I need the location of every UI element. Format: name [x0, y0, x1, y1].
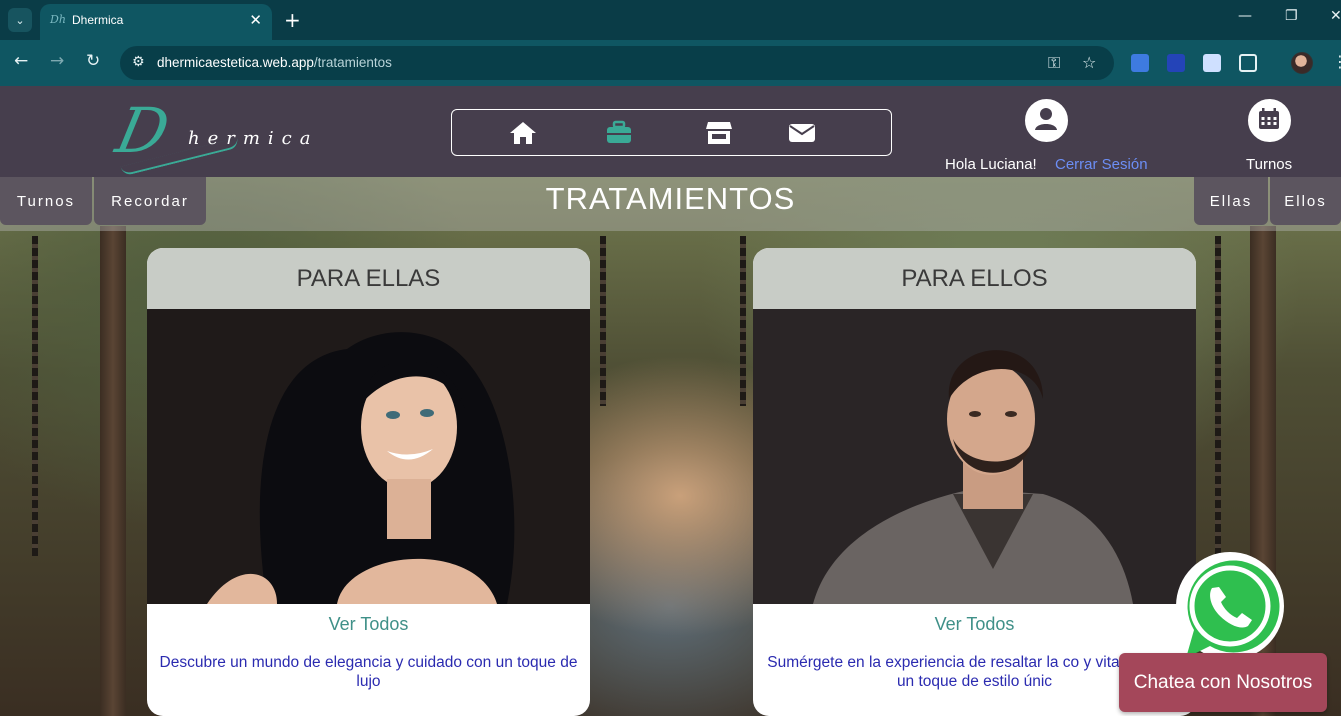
card-title: PARA ELLOS [753, 248, 1196, 309]
back-arrow-icon[interactable]: ← [14, 51, 28, 71]
background-post [100, 226, 126, 716]
briefcase-icon [607, 120, 631, 143]
bookmark-star-icon[interactable]: ☆ [1082, 53, 1096, 72]
user-profile-button[interactable] [1025, 99, 1068, 142]
forward-arrow-icon[interactable]: → [50, 51, 64, 71]
appointments-button[interactable] [1248, 99, 1291, 142]
logout-link[interactable]: Cerrar Sesión [1055, 156, 1148, 173]
view-all-link[interactable]: Ver Todos [147, 614, 590, 635]
nav-contact[interactable] [787, 120, 817, 146]
envelope-icon [789, 124, 815, 142]
tab-title: Dhermica [72, 13, 124, 27]
appointments-label: Turnos [1246, 156, 1293, 173]
card-women: PARA ELLAS Ver Todos Descubre un mundo d… [147, 248, 590, 716]
window-close-icon[interactable]: ✕ [1330, 8, 1341, 24]
user-icon [1035, 108, 1057, 130]
address-bar[interactable]: ⚙ dhermicaestetica.web.app/tratamientos … [120, 46, 1114, 80]
home-icon [510, 122, 536, 144]
password-key-icon[interactable]: ⚿ [1048, 53, 1060, 73]
tab-close-icon[interactable]: ✕ [249, 11, 262, 29]
man-photo [753, 309, 1196, 604]
store-icon [706, 122, 732, 144]
restore-icon[interactable]: ❐ [1285, 8, 1298, 24]
nav-home[interactable] [508, 120, 538, 146]
minimize-icon[interactable]: — [1238, 8, 1252, 24]
woman-photo [147, 309, 590, 604]
url-text[interactable]: dhermicaestetica.web.app/tratamientos [157, 55, 392, 70]
main-nav [451, 109, 892, 156]
background-chain [1215, 236, 1221, 556]
card-title: PARA ELLAS [147, 248, 590, 309]
site-header: D hermica Hola Luciana! Cerrar Sesión Tu… [0, 86, 1341, 177]
site-logo[interactable]: D hermica [110, 94, 328, 177]
card-description: Descubre un mundo de elegancia y cuidado… [159, 654, 578, 690]
site-settings-icon[interactable]: ⚙ [132, 54, 145, 70]
calendar-icon [1259, 108, 1279, 129]
nav-treatments[interactable] [604, 120, 634, 146]
user-greeting: Hola Luciana! [945, 156, 1037, 173]
translate-extension-icon[interactable] [1131, 54, 1149, 72]
view-all-link[interactable]: Ver Todos [753, 614, 1196, 635]
extension-icon[interactable] [1167, 54, 1185, 72]
page-content: D hermica Hola Luciana! Cerrar Sesión Tu… [0, 86, 1341, 716]
docs-extension-icon[interactable] [1203, 54, 1221, 72]
nav-store[interactable] [704, 120, 734, 146]
profile-avatar[interactable] [1291, 52, 1313, 74]
woman-portrait-image [147, 309, 590, 604]
background-chain [600, 236, 606, 406]
whatsapp-button[interactable] [1172, 550, 1288, 666]
page-title: TRATAMIENTOS [545, 181, 796, 216]
card-men: PARA ELLOS Ver Todos Sumérgete en la exp… [753, 248, 1196, 716]
background-chain [32, 236, 38, 556]
site-favicon-icon: Dh [50, 13, 66, 26]
browser-toolbar: ← → ↻ ⚙ dhermicaestetica.web.app/tratami… [0, 40, 1341, 86]
chat-button[interactable]: Chatea con Nosotros [1119, 653, 1327, 712]
reload-icon[interactable]: ↻ [86, 51, 100, 71]
whatsapp-icon [1176, 552, 1284, 660]
background-chain [740, 236, 746, 406]
new-tab-button[interactable]: + [284, 8, 301, 32]
extensions-puzzle-icon[interactable] [1239, 54, 1257, 72]
browser-tab[interactable]: Dh Dhermica ✕ [40, 4, 272, 40]
browser-tab-bar: ⌄ Dh Dhermica ✕ + — ❐ ✕ [0, 0, 1341, 40]
man-portrait-image [753, 309, 1196, 604]
tab-search-button[interactable]: ⌄ [8, 8, 32, 32]
browser-menu-icon[interactable]: ⋮ [1332, 52, 1341, 71]
